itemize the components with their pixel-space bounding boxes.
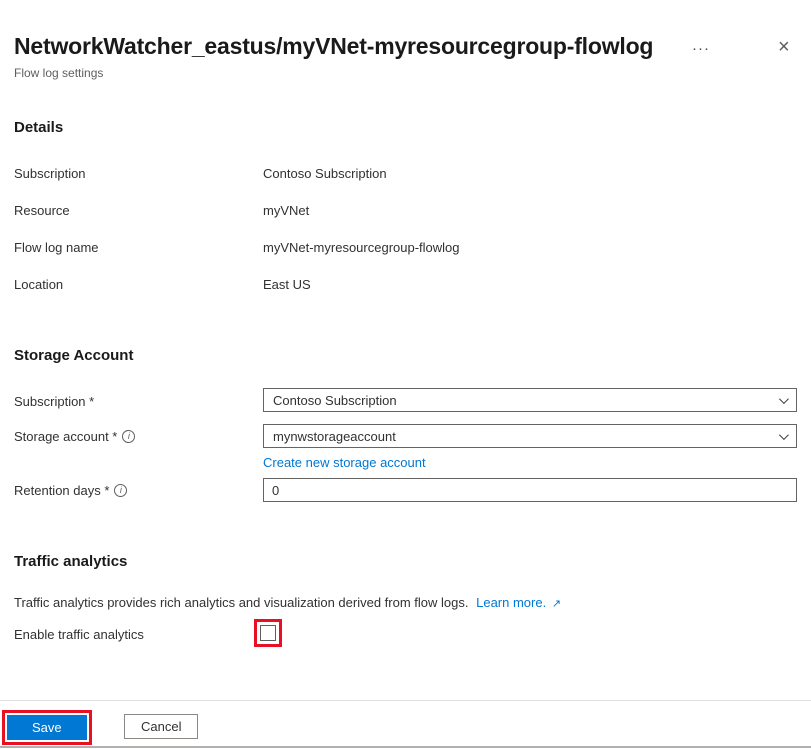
details-heading: Details <box>14 119 63 136</box>
detail-value-flow-log-name: myVNet-myresourcegroup-flowlog <box>263 240 460 255</box>
info-icon: i <box>122 430 135 443</box>
traffic-analytics-heading: Traffic analytics <box>14 553 127 570</box>
enable-traffic-analytics-checkbox[interactable] <box>260 625 276 641</box>
traffic-analytics-description: Traffic analytics provides rich analytic… <box>14 595 561 610</box>
enable-traffic-analytics-label: Enable traffic analytics <box>14 627 144 642</box>
detail-label-location: Location <box>14 277 63 292</box>
pane-bottom-border <box>0 746 811 748</box>
footer-divider <box>0 700 811 701</box>
detail-label-flow-log-name: Flow log name <box>14 240 99 255</box>
storage-account-label-text: Storage account * <box>14 429 117 444</box>
detail-value-location: East US <box>263 277 311 292</box>
info-icon: i <box>114 484 127 497</box>
checkbox-annotation-box <box>254 619 282 647</box>
retention-days-input[interactable] <box>263 478 797 502</box>
chevron-down-icon <box>779 430 789 440</box>
chevron-down-icon <box>779 394 789 404</box>
page-title: NetworkWatcher_eastus/myVNet-myresourceg… <box>14 33 653 60</box>
flow-log-settings-pane: NetworkWatcher_eastus/myVNet-myresourceg… <box>0 0 811 749</box>
storage-account-field-label: Storage account * i <box>14 429 135 444</box>
external-link-icon: ↗ <box>552 598 561 610</box>
more-options-icon[interactable]: ··· <box>686 38 716 59</box>
retention-days-label-text: Retention days * <box>14 483 109 498</box>
subscription-select[interactable]: Contoso Subscription <box>263 388 797 412</box>
cancel-button[interactable]: Cancel <box>124 714 198 739</box>
close-icon[interactable]: × <box>772 35 796 59</box>
detail-value-resource: myVNet <box>263 203 309 218</box>
detail-label-resource: Resource <box>14 203 70 218</box>
page-subtitle: Flow log settings <box>14 66 103 80</box>
detail-value-subscription: Contoso Subscription <box>263 166 387 181</box>
subscription-field-label: Subscription * <box>14 394 94 409</box>
create-storage-account-link[interactable]: Create new storage account <box>263 455 426 470</box>
save-button[interactable]: Save <box>7 715 87 740</box>
detail-label-subscription: Subscription <box>14 166 86 181</box>
learn-more-link[interactable]: Learn more. <box>476 595 546 610</box>
storage-account-select[interactable]: mynwstorageaccount <box>263 424 797 448</box>
storage-account-heading: Storage Account <box>14 347 133 364</box>
description-text: Traffic analytics provides rich analytic… <box>14 595 468 610</box>
storage-account-select-value: mynwstorageaccount <box>273 429 396 444</box>
retention-days-field-label: Retention days * i <box>14 483 127 498</box>
save-annotation-box: Save <box>2 710 92 745</box>
subscription-select-value: Contoso Subscription <box>273 393 397 408</box>
